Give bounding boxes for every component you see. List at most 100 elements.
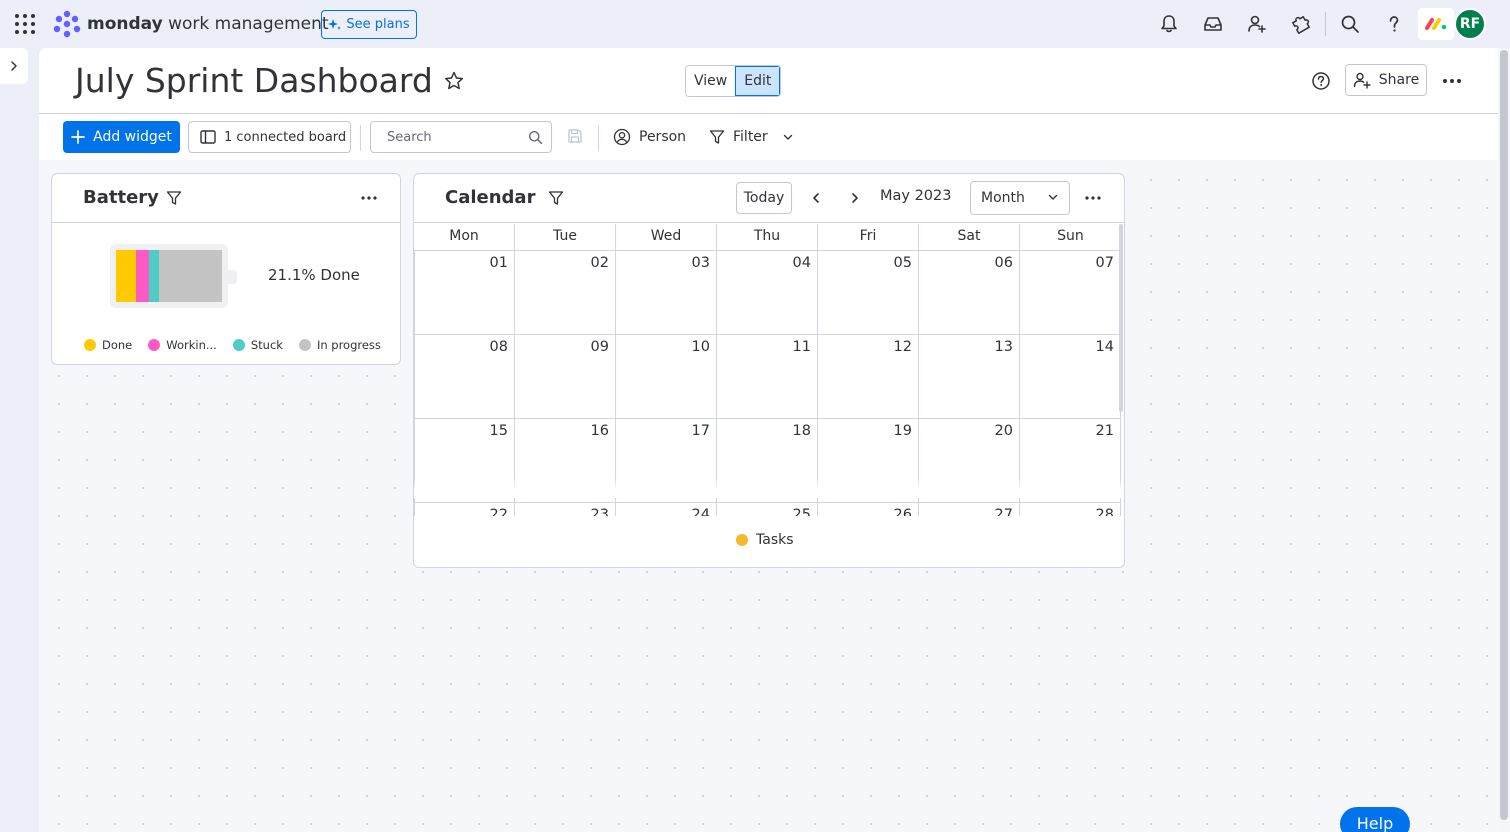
battery-segment — [148, 250, 160, 302]
search-icon[interactable] — [1338, 12, 1362, 36]
weekday-label: Fri — [818, 224, 919, 250]
edit-mode-button[interactable]: Edit — [735, 66, 781, 96]
widget-divider — [414, 222, 1124, 223]
inbox-icon[interactable] — [1201, 12, 1225, 36]
calendar-day-cell[interactable]: 28 — [1020, 503, 1121, 516]
page-scrollbar[interactable] — [1498, 48, 1510, 832]
legend-dot — [148, 339, 161, 351]
view-mode-button[interactable]: View — [686, 66, 736, 96]
calendar-day-cell[interactable]: 14 — [1020, 335, 1121, 419]
calendar-day-cell[interactable]: 04 — [717, 251, 818, 335]
calendar-day-cell[interactable]: 07 — [1020, 251, 1121, 335]
calendar-day-cell[interactable]: 02 — [515, 251, 616, 335]
calendar-widget-title[interactable]: Calendar — [445, 187, 535, 208]
calendar-day-cell[interactable]: 24 — [616, 503, 717, 516]
legend-label: Stuck — [250, 338, 283, 352]
save-view-icon[interactable] — [567, 128, 583, 144]
legend-item[interactable]: Stuck — [232, 338, 283, 352]
widget-more-icon[interactable] — [1081, 186, 1105, 210]
tasks-legend-dot — [736, 534, 748, 546]
help-question-icon[interactable] — [1382, 12, 1406, 36]
battery-legend: Done Workin... Stuck In progress — [84, 338, 381, 352]
calendar-grid: Mon Tue Wed Thu Fri Sat Sun 01 02 03 04 05 06 07 08 09… — [414, 224, 1122, 516]
next-month-chevron-right-icon[interactable] — [843, 186, 867, 210]
today-button[interactable]: Today — [736, 182, 792, 214]
legend-item[interactable]: Done — [84, 338, 132, 352]
page-title[interactable]: July Sprint Dashboard — [75, 60, 433, 102]
share-user-icon — [1353, 72, 1371, 89]
search-icon[interactable] — [528, 130, 543, 145]
person-label: Person — [639, 129, 687, 145]
apps-puzzle-icon[interactable] — [1289, 12, 1313, 36]
calendar-day-cell[interactable]: 27 — [919, 503, 1020, 516]
toolbar-divider — [360, 125, 361, 151]
calendar-scroll-fade — [414, 478, 1122, 498]
widget-more-icon[interactable] — [357, 186, 381, 210]
more-options-icon[interactable] — [1439, 68, 1465, 94]
current-month-label: May 2023 — [880, 188, 952, 204]
brand-name[interactable]: monday work management — [87, 12, 329, 36]
sidebar-expand-button[interactable] — [0, 48, 28, 84]
widget-filter-icon[interactable] — [548, 190, 566, 208]
help-button[interactable]: Help — [1340, 807, 1410, 832]
invite-user-icon[interactable] — [1245, 12, 1269, 36]
weekday-label: Tue — [515, 224, 616, 250]
calendar-day-cell[interactable]: 23 — [515, 503, 616, 516]
monday-product-logo-icon[interactable] — [1418, 8, 1454, 40]
person-filter-button[interactable]: Person — [613, 123, 686, 151]
legend-item[interactable]: Workin... — [148, 338, 217, 352]
filter-label: Filter — [733, 129, 768, 145]
search-field — [370, 121, 552, 153]
monday-logo-icon[interactable] — [52, 10, 82, 38]
calendar-day-cell[interactable]: 10 — [616, 335, 717, 419]
plus-icon — [71, 130, 85, 144]
person-icon — [613, 128, 631, 146]
weekday-label: Mon — [414, 224, 515, 250]
weekday-label: Sat — [919, 224, 1020, 250]
calendar-day-cell[interactable]: 13 — [919, 335, 1020, 419]
calendar-days: 01 02 03 04 05 06 07 08 09 10 11 12 13 14 15 16 17 18 19 20… — [414, 250, 1122, 516]
page-scrollbar-thumb[interactable] — [1500, 50, 1508, 820]
calendar-legend: Tasks — [736, 532, 794, 548]
calendar-day-cell[interactable]: 26 — [818, 503, 919, 516]
calendar-day-cell[interactable]: 11 — [717, 335, 818, 419]
favorite-star-icon[interactable] — [443, 70, 465, 92]
filter-icon — [709, 130, 725, 144]
calendar-day-cell[interactable]: 09 — [515, 335, 616, 419]
weekday-label: Sun — [1057, 228, 1084, 244]
calendar-view-select[interactable]: Month — [970, 181, 1070, 215]
filter-button[interactable]: Filter — [709, 123, 794, 151]
battery-tip — [228, 270, 237, 284]
board-icon — [200, 130, 216, 144]
share-label: Share — [1378, 72, 1420, 88]
top-bar: monday work management See plans RF — [0, 0, 1510, 48]
calendar-day-cell[interactable]: 06 — [919, 251, 1020, 335]
bell-icon[interactable] — [1157, 12, 1181, 36]
calendar-day-cell[interactable]: 12 — [818, 335, 919, 419]
battery-graphic — [110, 244, 228, 308]
widget-filter-icon[interactable] — [166, 190, 184, 208]
calendar-day-cell[interactable]: 03 — [616, 251, 717, 335]
calendar-day-cell[interactable]: 22 — [414, 503, 515, 516]
calendar-view-value: Month — [981, 190, 1025, 206]
battery-widget-title[interactable]: Battery — [83, 187, 159, 208]
prev-month-chevron-left-icon[interactable] — [804, 186, 828, 210]
legend-item[interactable]: In progress — [298, 338, 381, 352]
see-plans-button[interactable]: See plans — [321, 10, 417, 39]
apps-grid-icon[interactable] — [14, 13, 36, 35]
user-avatar[interactable]: RF — [1454, 8, 1486, 40]
search-input[interactable] — [371, 122, 521, 152]
calendar-day-cell[interactable]: 01 — [414, 251, 515, 335]
calendar-day-cell[interactable]: 25 — [717, 503, 818, 516]
legend-dot — [298, 339, 311, 351]
calendar-day-cell[interactable]: 05 — [818, 251, 919, 335]
calendar-scrollbar[interactable] — [1119, 224, 1123, 412]
dashboard-canvas: Battery 21.1% Done Done Workin... Stuck In … — [39, 160, 1498, 832]
add-widget-button[interactable]: Add widget — [63, 121, 180, 153]
legend-label: Done — [102, 338, 133, 352]
connected-board-button[interactable]: 1 connected board — [188, 121, 351, 153]
help-circle-icon[interactable] — [1310, 70, 1332, 92]
calendar-day-cell[interactable]: 08 — [414, 335, 515, 419]
weekday-label: Wed — [616, 224, 717, 250]
share-button[interactable]: Share — [1345, 64, 1427, 96]
